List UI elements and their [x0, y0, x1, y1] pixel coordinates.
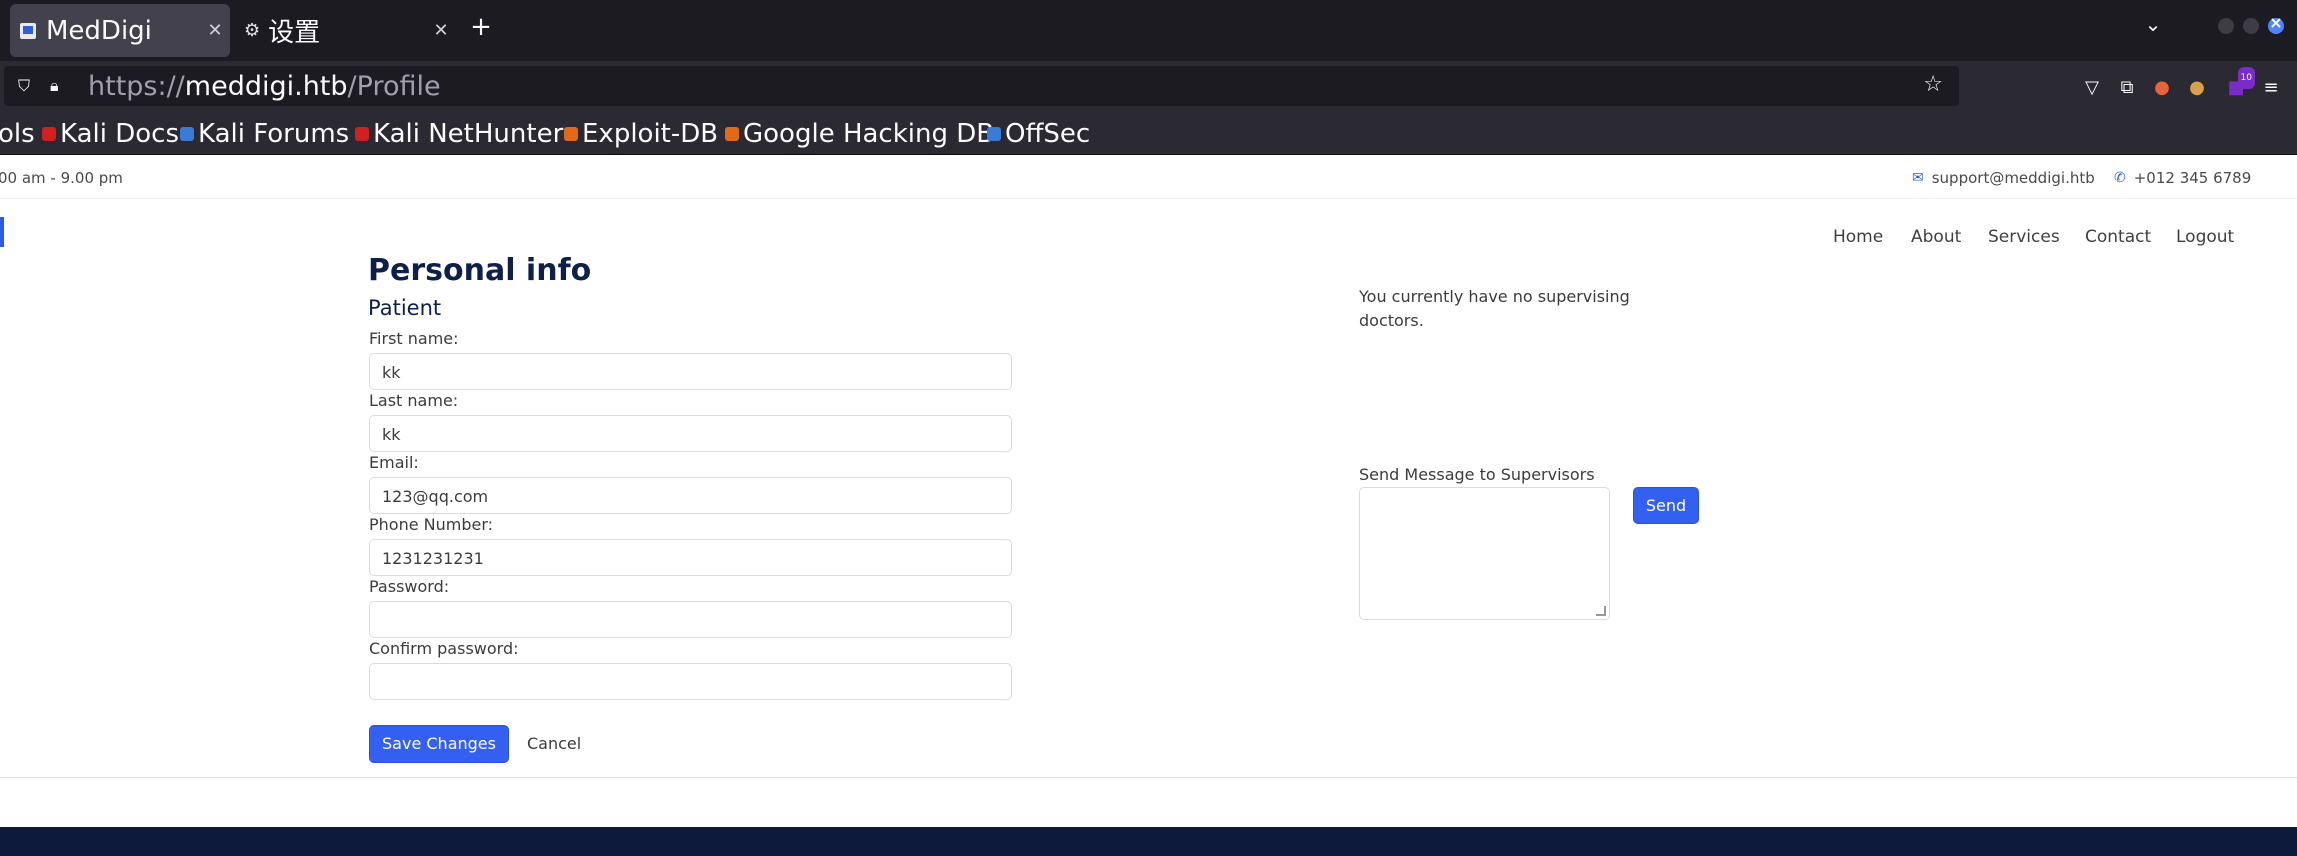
kali-nethunter-icon — [355, 127, 369, 141]
tab-title: 设置 — [268, 18, 321, 48]
url-path: /Profile — [347, 70, 441, 102]
url-host: meddigi.htb — [184, 70, 348, 102]
site-logo[interactable] — [0, 217, 4, 247]
tab-title: MedDigi — [46, 15, 152, 46]
gear-icon: ⚙ — [244, 20, 261, 41]
bookmark-label: Kali NetHunter — [373, 119, 564, 149]
close-tab-icon[interactable]: ✕ — [200, 20, 230, 41]
foxyproxy-icon[interactable]: ● — [2151, 77, 2173, 99]
extension-badge-icon[interactable]: ■ — [2225, 67, 2255, 99]
send-message-button[interactable]: Send — [1633, 487, 1699, 524]
first-name-label: First name: — [369, 329, 459, 348]
nav-contact[interactable]: Contact — [2085, 227, 2151, 247]
page-title: Personal info — [368, 253, 592, 288]
email-field[interactable]: 123@qq.com — [369, 477, 1012, 514]
bookmark-label: Kali Forums — [198, 119, 350, 149]
bookmark-star-icon[interactable]: ☆ — [1923, 72, 1943, 97]
opening-hours: 00 am - 9.00 pm — [0, 169, 123, 187]
tracking-shield-icon[interactable]: ⛉ — [18, 76, 36, 96]
exploit-db-icon — [564, 127, 578, 141]
bookmark-kali-nethunter[interactable]: Kali NetHunter — [355, 117, 563, 151]
section-divider — [0, 777, 2297, 778]
bookmark-google-hacking-db[interactable]: Google Hacking DB — [725, 117, 994, 151]
contact-phone-text: +012 345 6789 — [2133, 169, 2252, 187]
page-content: 00 am - 9.00 pm ✉ support@meddigi.htb ✆ … — [0, 155, 2297, 856]
google-hacking-db-icon — [725, 127, 739, 141]
cookie-icon[interactable]: ● — [2186, 77, 2208, 99]
bookmark-label: OffSec — [1005, 119, 1091, 149]
bookmark-label: Exploit-DB — [582, 119, 719, 149]
extensions-puzzle-icon[interactable]: ⧉ — [2116, 77, 2138, 99]
address-bar[interactable]: ⛉ 🔒︎ https://meddigi.htb/Profile ☆ — [4, 66, 1959, 106]
site-topbar: 00 am - 9.00 pm ✉ support@meddigi.htb ✆ … — [0, 155, 2297, 199]
role-subtitle: Patient — [368, 296, 442, 320]
lock-icon[interactable]: 🔒︎ — [50, 76, 68, 96]
bookmark-label: ols — [0, 119, 35, 149]
confirm-password-label: Confirm password: — [369, 639, 519, 658]
last-name-field[interactable]: kk — [369, 415, 1012, 452]
bookmark-kali-forums[interactable]: Kali Forums — [180, 117, 349, 151]
kali-forums-icon — [180, 127, 194, 141]
browser-nav-bar: ⛉ 🔒︎ https://meddigi.htb/Profile ☆ ▽ ⧉ ●… — [0, 61, 2297, 113]
kali-docs-icon — [42, 127, 56, 141]
site-footer — [0, 827, 2297, 856]
pocket-icon[interactable]: ▽ — [2081, 77, 2103, 99]
offsec-icon — [987, 127, 1001, 141]
message-supervisors-label: Send Message to Supervisors — [1359, 465, 1595, 484]
confirm-password-field[interactable] — [369, 663, 1012, 700]
bookmark-tools[interactable]: ols — [0, 117, 35, 151]
no-supervisors-message: You currently have no supervising doctor… — [1359, 287, 1630, 330]
phone-icon: ✆ — [2114, 170, 2126, 186]
nav-logout[interactable]: Logout — [2176, 227, 2234, 247]
email-label: Email: — [369, 453, 419, 472]
tab-settings[interactable]: ⚙ 设置 ✕ — [236, 4, 456, 57]
message-textarea[interactable] — [1359, 487, 1610, 620]
phone-field[interactable]: 1231231231 — [369, 539, 1012, 576]
bookmark-label: Google Hacking DB — [743, 119, 995, 149]
app-menu-icon[interactable]: ≡ — [2260, 77, 2282, 99]
new-tab-button[interactable]: + — [464, 10, 498, 44]
envelope-icon: ✉ — [1912, 170, 1924, 186]
contact-email-text: support@meddigi.htb — [1931, 169, 2095, 187]
bookmark-kali-docs[interactable]: Kali Docs — [42, 117, 179, 151]
bookmark-exploit-db[interactable]: Exploit-DB — [564, 117, 718, 151]
close-window-button[interactable] — [2268, 13, 2284, 34]
browser-tab-bar: MedDigi ✕ ⚙ 设置 ✕ + ⌄ — [0, 0, 2297, 61]
password-field[interactable] — [369, 601, 1012, 638]
last-name-label: Last name: — [369, 391, 459, 410]
nav-services[interactable]: Services — [1988, 227, 2060, 247]
minimize-window-button[interactable] — [2218, 18, 2234, 34]
first-name-field[interactable]: kk — [369, 353, 1012, 390]
url-scheme: https:// — [88, 70, 185, 102]
nav-home[interactable]: Home — [1833, 227, 1883, 247]
site-favicon-icon — [20, 22, 36, 39]
maximize-window-button[interactable] — [2243, 18, 2259, 34]
bookmarks-toolbar: ols Kali Docs Kali Forums Kali NetHunter… — [0, 113, 2297, 155]
nav-about[interactable]: About — [1911, 227, 1961, 247]
url-text[interactable]: https://meddigi.htb/Profile — [88, 71, 441, 102]
contact-phone[interactable]: ✆ +012 345 6789 — [2114, 169, 2251, 187]
tab-meddigi[interactable]: MedDigi ✕ — [10, 4, 230, 57]
contact-email[interactable]: ✉ support@meddigi.htb — [1912, 169, 2095, 187]
close-tab-icon[interactable]: ✕ — [426, 20, 456, 41]
password-label: Password: — [369, 577, 450, 596]
list-all-tabs-chevron-icon[interactable]: ⌄ — [2138, 12, 2168, 42]
save-changes-button[interactable]: Save Changes — [369, 725, 509, 763]
bookmark-label: Kali Docs — [60, 119, 180, 149]
bookmark-offsec[interactable]: OffSec — [987, 117, 1090, 151]
phone-label: Phone Number: — [369, 515, 494, 534]
cancel-link[interactable]: Cancel — [527, 734, 581, 753]
